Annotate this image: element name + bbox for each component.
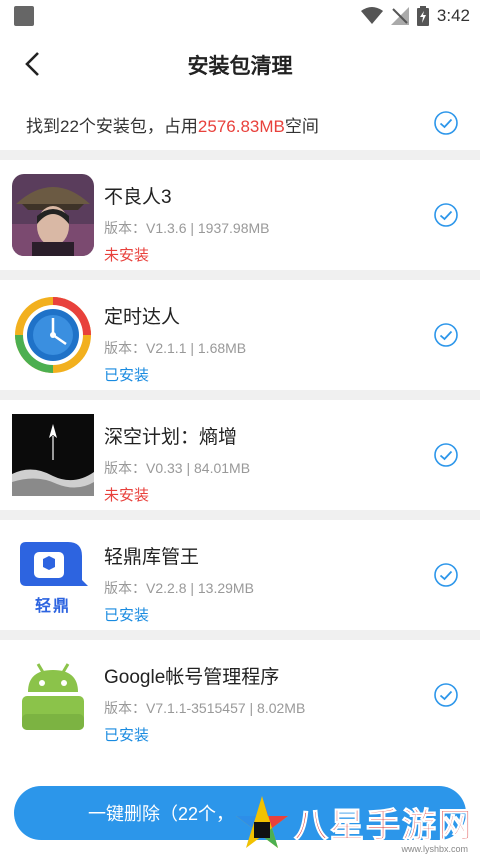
list-item[interactable]: 不良人3 版本：V1.3.6 | 1937.98MB 未安装 [0,160,480,270]
delete-all-label: 一键删除（22个， [88,804,235,824]
notification-icon [14,6,34,26]
summary-text: 找到22个安装包，占用2576.83MB空间 [26,112,319,137]
bottom-bar: 一键删除（22个， 八星手游网 www.lyshbx.com [0,770,480,854]
summary-prefix: 找到22个安装包，占用 [26,117,198,136]
select-all-check-icon[interactable] [434,111,458,135]
list-item[interactable]: 轻鼎 轻鼎库管王 版本：V2.2.8 | 13.29MB 已安装 [0,520,480,630]
clock-time: 3:42 [436,6,470,25]
android-icon [12,654,94,736]
package-list: 不良人3 版本：V1.3.6 | 1937.98MB 未安装 定时达人 版本：V… [0,150,480,750]
watermark-text: 八星手游网 [294,806,474,845]
install-status: 已安装 [104,367,150,384]
app-name: 定时达人 [104,307,181,328]
install-status: 已安装 [104,607,150,624]
status-icons: 3:42 [360,4,470,28]
box-icon-label: 轻鼎 [34,598,71,615]
rocket-icon [12,414,94,496]
install-status: 未安装 [104,247,150,264]
list-item[interactable]: 定时达人 版本：V2.1.1 | 1.68MB 已安装 [0,280,480,390]
app-name: 深空计划：熵增 [104,427,238,448]
app-meta: 版本：V2.2.8 | 13.29MB [104,580,254,596]
install-status: 未安装 [104,487,150,504]
battery-charging-icon [416,6,429,26]
item-check-icon[interactable] [434,203,458,227]
app-name: 不良人3 [104,187,172,208]
list-item[interactable]: Google帐号管理程序 版本：V7.1.1-3515457 | 8.02MB … [0,640,480,750]
app-name: 轻鼎库管王 [104,547,200,568]
install-status: 已安装 [104,727,150,744]
box-icon: 轻鼎 [12,534,94,616]
wifi-icon [360,7,383,24]
watermark: 八星手游网 www.lyshbx.com [234,792,474,854]
page-title: 安装包清理 [187,55,293,78]
app-meta: 版本：V0.33 | 84.01MB [104,460,251,476]
summary-row: 找到22个安装包，占用2576.83MB空间 [0,96,480,150]
clock-icon [12,294,94,376]
app-meta: 版本：V7.1.1-3515457 | 8.02MB [104,700,306,716]
watermark-logo-icon [236,796,288,848]
item-check-icon[interactable] [434,323,458,347]
summary-suffix: 空间 [284,117,319,136]
app-name: Google帐号管理程序 [104,667,280,688]
status-bar: 3:42 [0,0,480,32]
item-check-icon[interactable] [434,443,458,467]
no-signal-icon [390,7,409,25]
app-meta: 版本：V2.1.1 | 1.68MB [104,340,247,356]
title-bar: 安装包清理 [0,32,480,96]
item-check-icon[interactable] [434,683,458,707]
list-item[interactable]: 深空计划：熵增 版本：V0.33 | 84.01MB 未安装 [0,400,480,510]
item-check-icon[interactable] [434,563,458,587]
game-character-icon [12,174,94,256]
app-meta: 版本：V1.3.6 | 1937.98MB [104,220,270,236]
summary-size: 2576.83MB [197,117,285,136]
